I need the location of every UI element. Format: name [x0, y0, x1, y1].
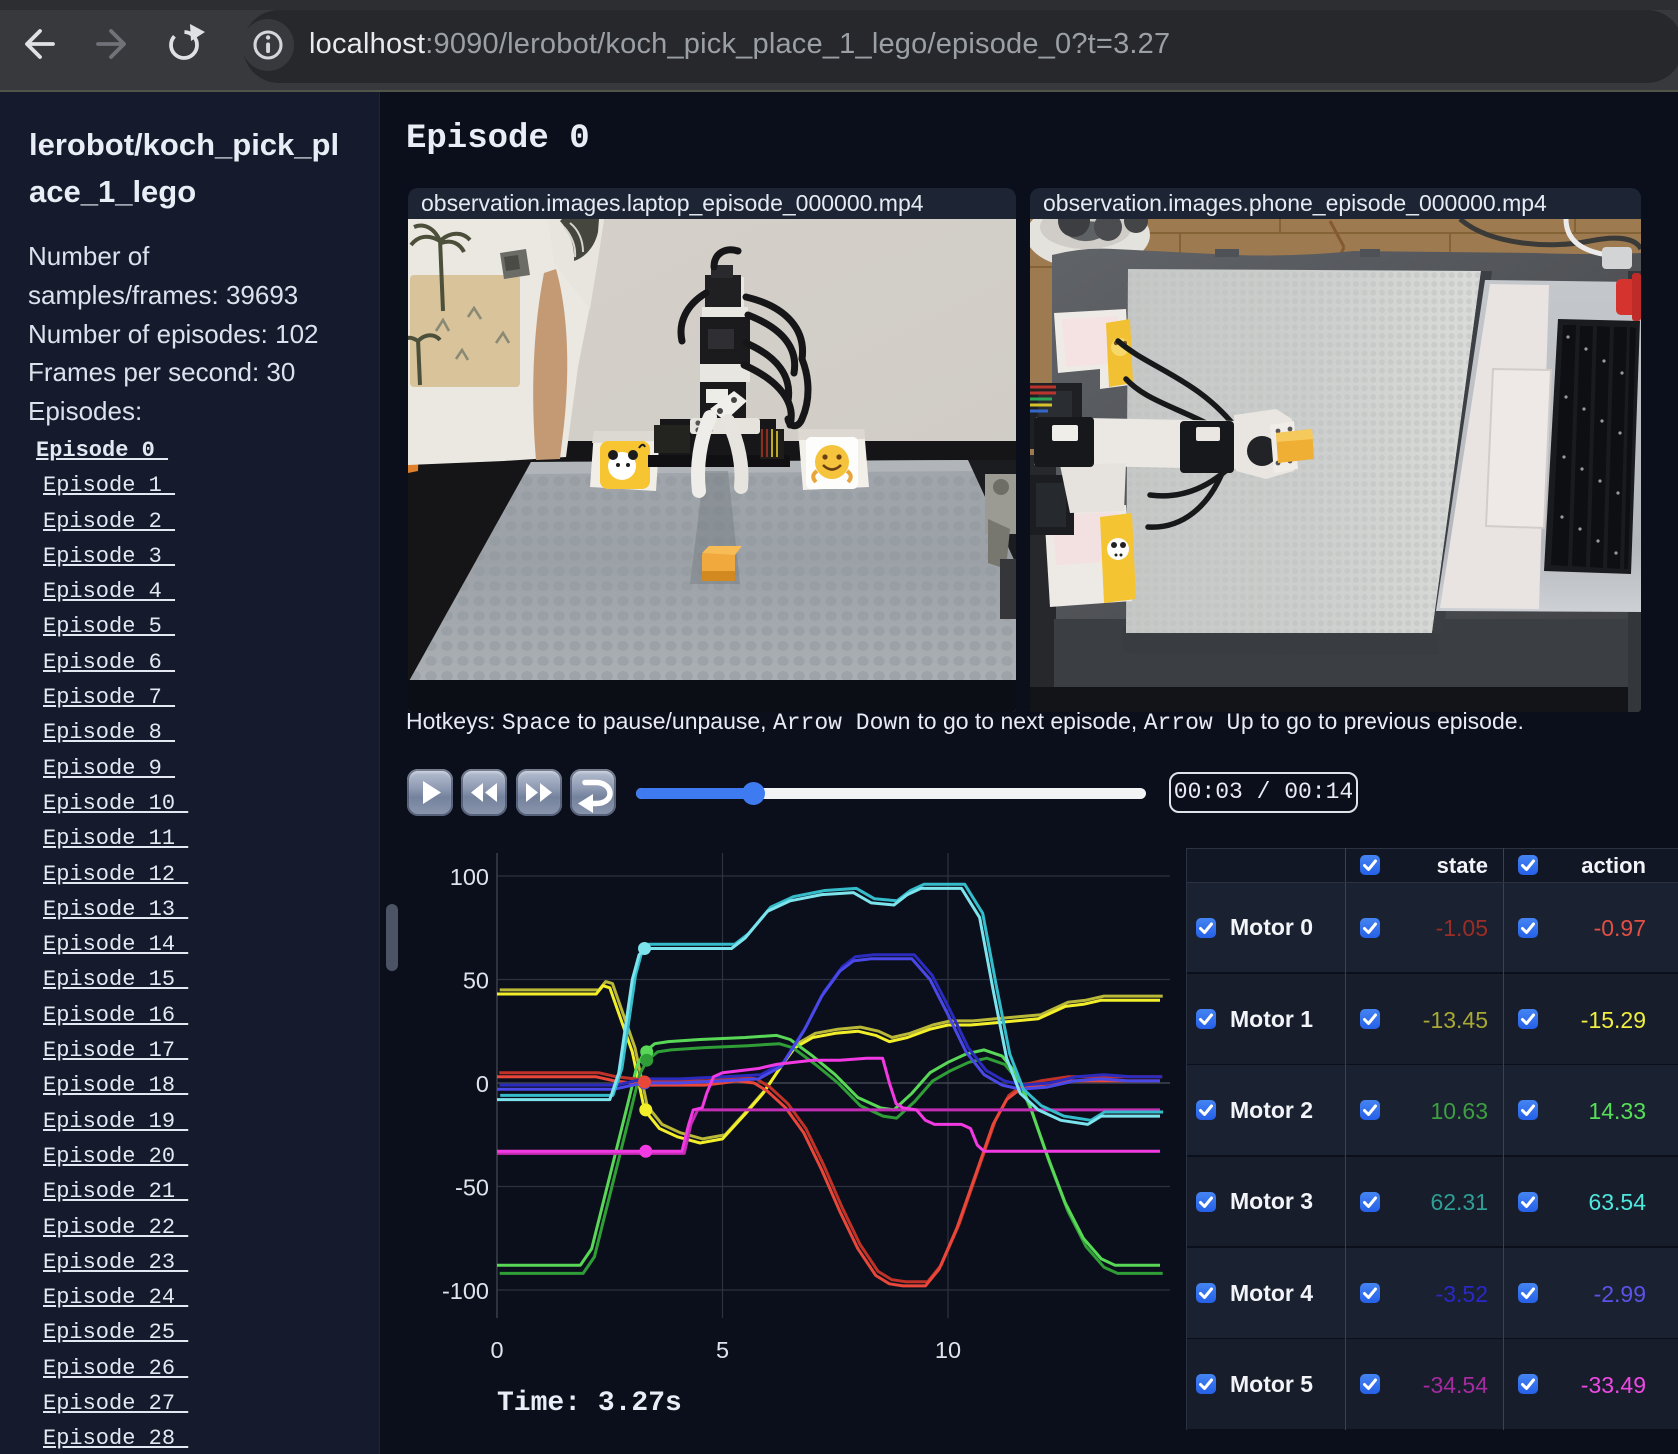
svg-text:-100: -100: [442, 1278, 489, 1304]
svg-text:-50: -50: [455, 1175, 489, 1201]
svg-text:100: 100: [450, 864, 489, 890]
svg-text:10: 10: [935, 1337, 961, 1363]
svg-text:0: 0: [476, 1071, 489, 1097]
svg-text:5: 5: [716, 1337, 729, 1363]
svg-text:0: 0: [490, 1337, 503, 1363]
svg-text:50: 50: [463, 968, 489, 994]
